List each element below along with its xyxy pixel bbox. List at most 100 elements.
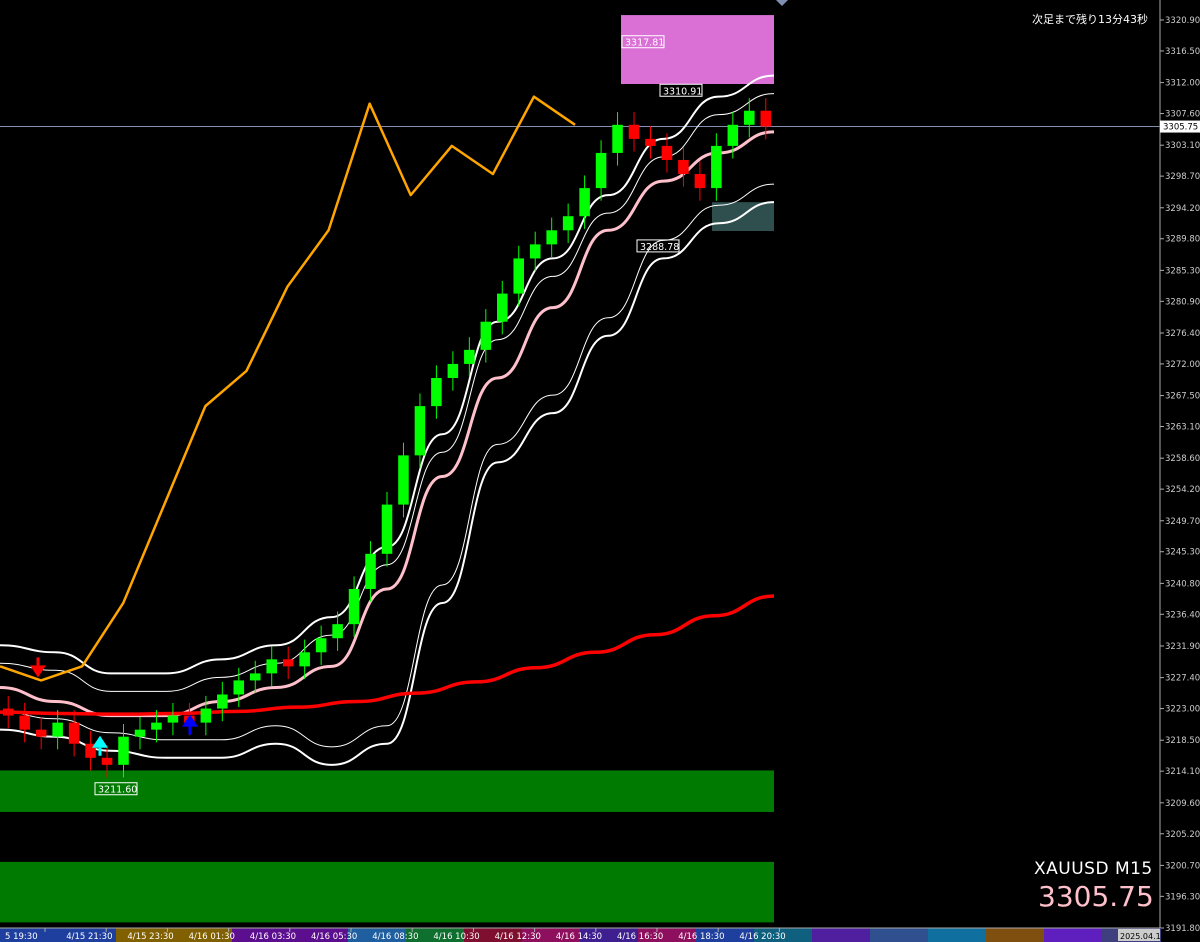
- candle-body: [546, 230, 557, 245]
- candle-body: [414, 406, 426, 456]
- zone-resistance-small: [712, 202, 774, 231]
- x-tick-label: 4/15 23:30: [127, 932, 173, 942]
- candle-body: [200, 708, 212, 723]
- candle-body: [365, 553, 376, 589]
- candle-body: [52, 722, 63, 737]
- candle-body: [134, 729, 146, 737]
- y-tick-label: 3254.20: [1165, 485, 1200, 495]
- band-upper: [0, 74, 775, 675]
- y-tick-label: 3280.90: [1165, 297, 1200, 307]
- price-label: 3211.60: [98, 785, 137, 796]
- y-tick-label: 3209.60: [1165, 799, 1200, 809]
- y-tick-label: 3285.30: [1165, 266, 1200, 276]
- price-chart[interactable]: 3320.90 3316.50 3312.00 3307.60 3303.10 3298.…: [0, 0, 1200, 942]
- y-tick-label: 3245.30: [1165, 548, 1200, 558]
- y-tick-label: 3303.10: [1165, 141, 1200, 151]
- candle-body: [711, 145, 722, 189]
- y-tick-label: 3214.10: [1165, 767, 1200, 777]
- y-tick-label: 3191.80: [1165, 924, 1200, 934]
- candle-body: [249, 673, 261, 681]
- candle-body: [332, 624, 343, 639]
- candle-body: [299, 652, 310, 667]
- x-tick-label: 4/16 16:30: [617, 932, 663, 942]
- x-tick-label: 4/16 10:30: [433, 932, 479, 942]
- x-tick-label: 4/16 05:30: [311, 932, 357, 942]
- candle-body: [217, 694, 228, 709]
- y-tick-label: 3227.40: [1165, 674, 1200, 684]
- candle-body: [628, 124, 640, 139]
- x-tick-label: 4/16 18:30: [678, 932, 724, 942]
- candle-body: [727, 124, 739, 146]
- y-tick-label: 3272.00: [1165, 360, 1200, 370]
- candle-body: [381, 504, 393, 554]
- x-tick-label: 2025.04.1: [1120, 932, 1161, 941]
- y-tick-label: 3200.70: [1165, 861, 1200, 871]
- price-label: 3288.78: [640, 242, 679, 253]
- candle-body: [348, 588, 360, 625]
- candle-body: [579, 188, 590, 217]
- time-session-band: [870, 928, 929, 942]
- candle-body: [315, 638, 327, 653]
- candle-body: [35, 729, 47, 737]
- price-label: 3317.81: [625, 38, 664, 49]
- candle-body: [167, 715, 179, 723]
- candle-body: [447, 363, 459, 378]
- candle-body: [19, 715, 30, 730]
- current-price-large: 3305.75: [1038, 880, 1154, 913]
- signal-arrow-buy: [92, 735, 108, 748]
- candle-body: [497, 293, 508, 322]
- candle-body: [2, 708, 14, 716]
- signal-arrow-sell: [30, 665, 46, 678]
- candle-body: [595, 152, 607, 189]
- candle-body: [612, 124, 623, 153]
- y-tick-label: 3276.40: [1165, 329, 1200, 339]
- oscillator-line: [0, 95, 576, 682]
- x-tick-label: 4/16 03:30: [250, 932, 296, 942]
- y-tick-label: 3263.10: [1165, 423, 1200, 433]
- candle-body: [68, 722, 80, 744]
- y-tick-label: 3312.00: [1165, 79, 1200, 89]
- candle-body: [645, 138, 656, 146]
- x-tick-label: 4/16 20:30: [739, 932, 785, 942]
- y-tick-label: 3249.70: [1165, 517, 1200, 527]
- y-tick-label: 3218.50: [1165, 736, 1200, 746]
- y-tick-label: 3316.50: [1165, 47, 1200, 57]
- candle-body: [760, 110, 772, 127]
- y-tick-label: 3236.40: [1165, 610, 1200, 620]
- y-tick-label: 3267.50: [1165, 392, 1200, 402]
- y-tick-label: 3240.80: [1165, 579, 1200, 589]
- time-session-band: [986, 928, 1045, 942]
- candle-body: [431, 377, 442, 407]
- candle-body: [101, 757, 113, 765]
- x-tick-label: 4/16 12:30: [495, 932, 541, 942]
- candle-body: [118, 736, 129, 765]
- band-inner-lower: [0, 183, 775, 748]
- y-tick-label: 3320.90: [1165, 16, 1200, 26]
- zone-demand-lower: [0, 861, 774, 923]
- band-middle: [0, 130, 775, 718]
- price-label: 3310.91: [663, 86, 702, 97]
- band-lower: [0, 201, 775, 766]
- candle-body: [744, 110, 755, 125]
- y-tick-label: 3298.70: [1165, 172, 1200, 182]
- candle-body: [513, 258, 525, 294]
- candle-body: [694, 174, 706, 189]
- time-session-band: [812, 928, 871, 942]
- candle-body: [562, 216, 574, 231]
- candle-body: [464, 349, 475, 364]
- candle-body: [678, 159, 689, 175]
- current-price-tag-label: 3305.75: [1163, 123, 1198, 133]
- time-session-band: [1044, 928, 1103, 942]
- y-tick-label: 3289.80: [1165, 235, 1200, 245]
- y-tick-label: 3231.90: [1165, 642, 1200, 652]
- y-tick-label: 3258.60: [1165, 454, 1200, 464]
- x-tick-label: 4/16 08:30: [372, 932, 418, 942]
- symbol-timeframe: XAUUSD M15: [1034, 859, 1153, 879]
- y-tick-label: 3205.20: [1165, 830, 1200, 840]
- x-tick-label: 5 19:30: [5, 932, 38, 942]
- candle-body: [282, 659, 294, 667]
- chart-shift-marker: [776, 0, 788, 6]
- y-tick-label: 3223.00: [1165, 705, 1200, 715]
- y-tick-label: 3294.20: [1165, 204, 1200, 214]
- next-bar-countdown: 次足まで残り13分43秒: [1032, 13, 1148, 26]
